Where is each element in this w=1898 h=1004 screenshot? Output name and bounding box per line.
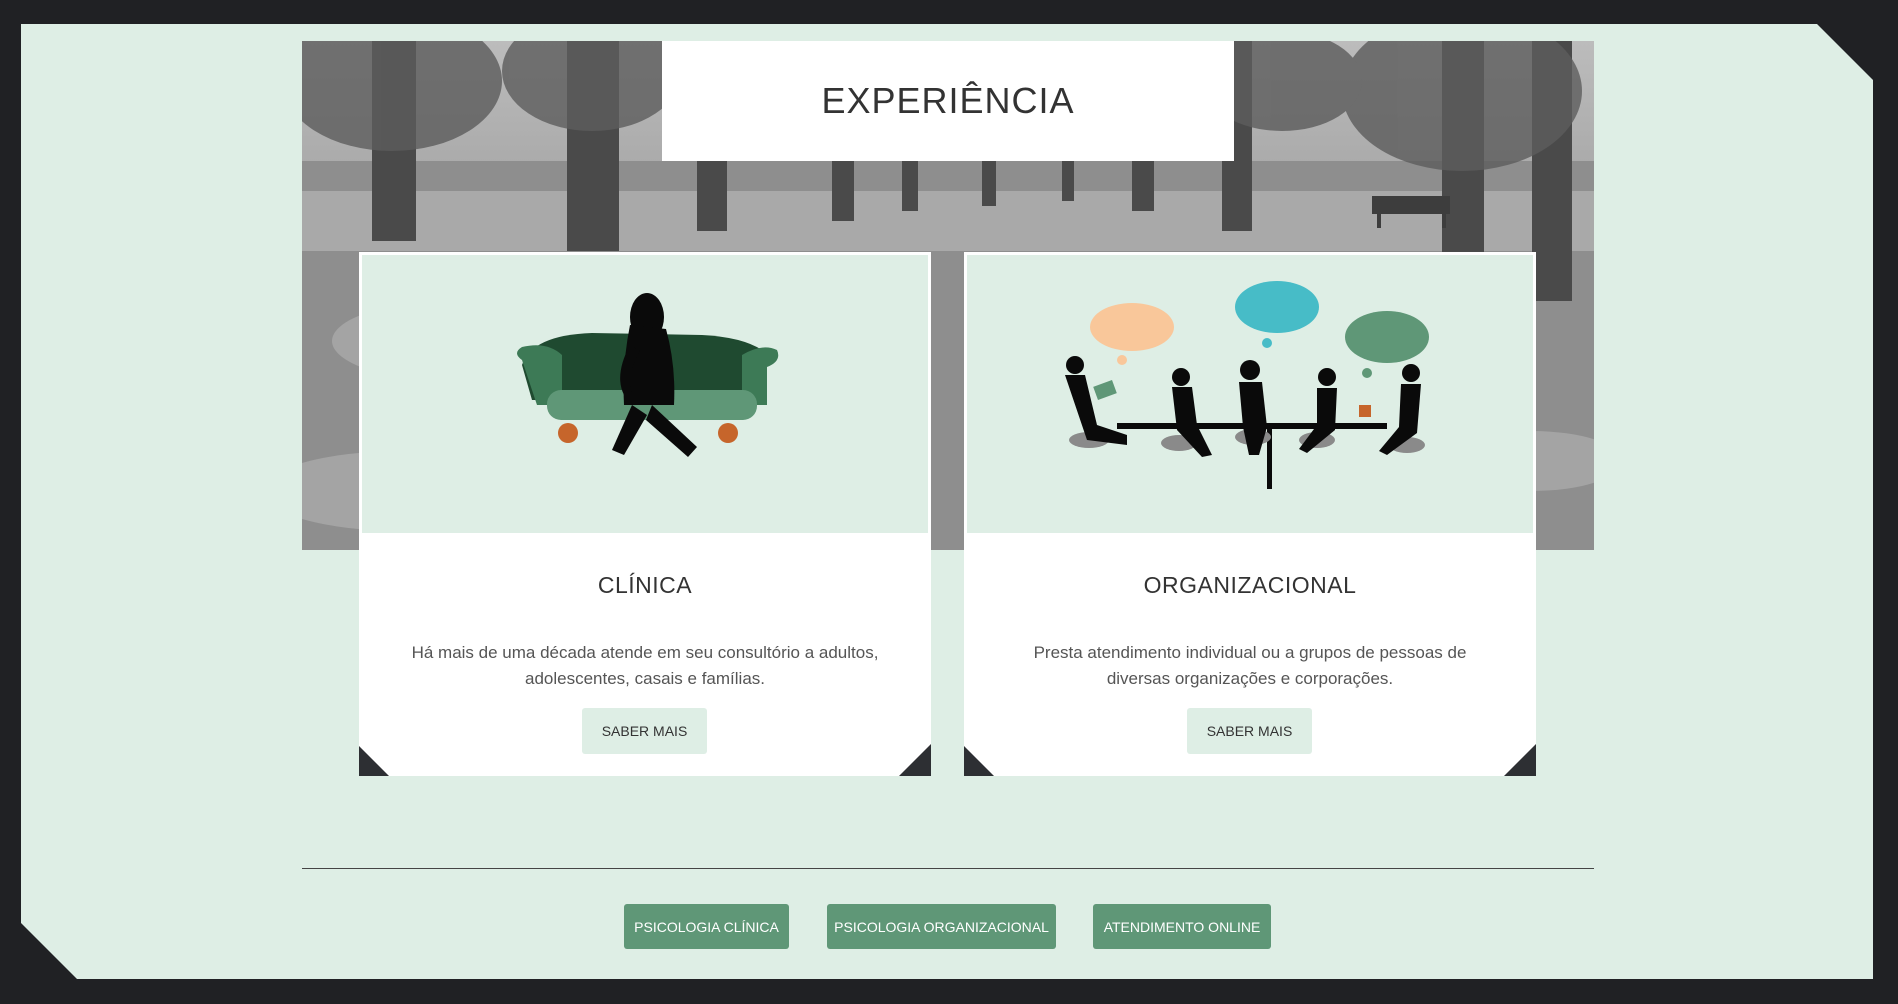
page-background: EXPERIÊNCIA CLÍNICA Há mais de uma décad… [21, 24, 1873, 979]
section-title-box: EXPERIÊNCIA [662, 41, 1234, 161]
corner-decoration [964, 746, 994, 776]
sofa-woman-illustration [362, 255, 928, 533]
corner-decoration [899, 744, 931, 776]
section-title: EXPERIÊNCIA [821, 80, 1075, 121]
card-title: CLÍNICA [597, 572, 693, 598]
card-description: Presta atendimento individual ou a grupo… [1033, 643, 1467, 688]
card-title: ORGANIZACIONAL [1143, 572, 1357, 598]
corner-decoration [1504, 744, 1536, 776]
meeting-group-illustration [967, 255, 1533, 533]
saber-mais-button[interactable]: SABER MAIS [582, 708, 707, 754]
card-description: Há mais de uma década atende em seu cons… [411, 643, 879, 688]
card-organizacional: ORGANIZACIONAL Presta atendimento indivi… [964, 252, 1536, 776]
saber-mais-button[interactable]: SABER MAIS [1187, 708, 1312, 754]
atendimento-online-button[interactable]: ATENDIMENTO ONLINE [1093, 904, 1271, 949]
psicologia-clinica-button[interactable]: PSICOLOGIA CLÍNICA [624, 904, 789, 949]
thought-bubble-icon [1090, 281, 1429, 378]
section-divider [302, 868, 1594, 869]
corner-decoration [359, 746, 389, 776]
card-clinica: CLÍNICA Há mais de uma década atende em … [359, 252, 931, 776]
psicologia-organizacional-button[interactable]: PSICOLOGIA ORGANIZACIONAL [827, 904, 1056, 949]
